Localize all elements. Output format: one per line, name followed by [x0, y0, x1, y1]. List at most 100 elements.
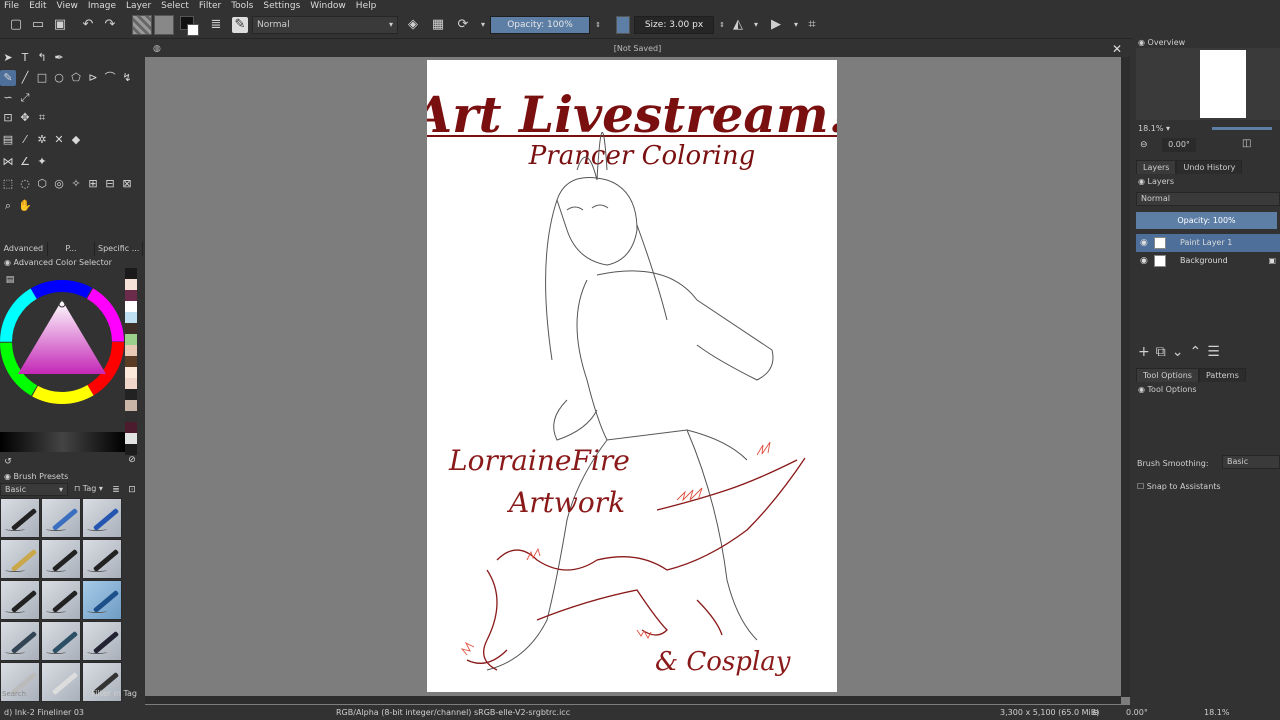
freehand-select-icon[interactable]: ◎ [51, 176, 67, 192]
add-layer-icon[interactable]: + [1138, 344, 1156, 360]
polyline-tool-icon[interactable]: ⊳ [85, 70, 101, 86]
canvas-mode-icon[interactable]: ⊖ [1092, 705, 1099, 720]
brush-search-input[interactable]: Search [0, 690, 80, 701]
pattern-swatch[interactable] [154, 15, 174, 35]
color-picker-icon[interactable]: ⁄ [17, 132, 33, 148]
opacity-slider[interactable]: Opacity: 100% [490, 16, 590, 34]
overview-panel[interactable] [1136, 48, 1280, 120]
rotate-icon[interactable]: ⊖ [1140, 140, 1148, 150]
brush-preset-tile[interactable] [82, 539, 122, 579]
brush-preset-tile[interactable] [82, 498, 122, 538]
palette-swatch[interactable] [125, 433, 137, 444]
layer-opacity-slider[interactable]: Opacity: 100% [1136, 212, 1277, 229]
move-up-icon[interactable]: ⌃ [1189, 344, 1207, 360]
menu-tools[interactable]: Tools [231, 1, 253, 11]
smart-patch-icon[interactable]: ✲ [34, 132, 50, 148]
brush-preset-tile[interactable] [0, 498, 40, 538]
fill-tool-icon[interactable]: ◆ [68, 132, 84, 148]
layer-blend-select[interactable]: Normal [1136, 192, 1280, 206]
measure-tool-icon[interactable]: ∠ [17, 154, 33, 170]
polygon-select-icon[interactable]: ⬡ [34, 176, 50, 192]
tab-advanced-color[interactable]: Advanced ... [0, 242, 48, 267]
eraser-icon[interactable]: ◈ [405, 17, 421, 33]
menu-select[interactable]: Select [161, 1, 189, 11]
new-document-icon[interactable]: ▢ [8, 17, 24, 33]
dynamic-brush-icon[interactable]: ∽ [0, 90, 16, 106]
ellipse-tool-icon[interactable]: ○ [51, 70, 67, 86]
transform-tool-icon[interactable]: ⊡ [0, 110, 16, 126]
zoom-slider[interactable] [1212, 127, 1272, 130]
menu-filter[interactable]: Filter [199, 1, 221, 11]
menu-image[interactable]: Image [88, 1, 116, 11]
bezier-tool-icon[interactable]: ⌒ [102, 70, 118, 86]
brush-preset-tile[interactable] [41, 580, 81, 620]
chevron-down-icon[interactable]: ▾ [748, 17, 764, 33]
rectangle-tool-icon[interactable]: □ [34, 70, 50, 86]
mirror-view-icon[interactable]: ◫ [1242, 138, 1251, 149]
brush-preset-tile[interactable] [82, 621, 122, 661]
tab-specific-color[interactable]: Specific ... [95, 242, 144, 256]
lock-icon[interactable]: ▣ [1268, 252, 1276, 270]
brush-preset-icon[interactable]: ✎ [232, 17, 248, 33]
layer-properties-icon[interactable]: ☰ [1207, 344, 1226, 360]
brush-preset-tile-selected[interactable] [82, 580, 122, 620]
clear-history-icon[interactable]: ⊘ [124, 452, 140, 468]
tab-patterns[interactable]: Patterns [1198, 368, 1246, 382]
size-slider[interactable]: Size: 3.00 px [634, 16, 714, 34]
menu-edit[interactable]: Edit [29, 1, 46, 11]
edit-shapes-icon[interactable]: ↰ [34, 50, 50, 66]
brush-preset-tile[interactable] [0, 621, 40, 661]
tab-undo-history[interactable]: Undo History [1176, 160, 1243, 174]
save-icon[interactable]: ▣ [52, 17, 68, 33]
zoom-readout[interactable]: 18.1% ▾ [1138, 124, 1170, 133]
reload-preset-icon[interactable]: ⟳ [455, 17, 471, 33]
snap-to-assistants-checkbox[interactable]: ☐ Snap to Assistants [1137, 482, 1221, 491]
multibrush-icon[interactable]: ⤢ [17, 90, 33, 106]
mirror-vertical-icon[interactable]: ▶ [768, 17, 784, 33]
move-down-icon[interactable]: ⌄ [1172, 344, 1190, 360]
magnetic-select-icon[interactable]: ⊠ [119, 176, 135, 192]
line-tool-icon[interactable]: ╱ [17, 70, 33, 86]
rotation-input[interactable]: 0.00° [1162, 138, 1196, 152]
gray-value-strip[interactable] [0, 432, 125, 452]
chevron-down-icon[interactable]: ▾ [788, 17, 804, 33]
assistant-tool-icon[interactable]: ⋈ [0, 154, 16, 170]
palette-swatch[interactable] [125, 312, 137, 323]
palette-swatch[interactable] [125, 323, 137, 334]
close-document-icon[interactable]: ✕ [1112, 41, 1122, 57]
palette-swatch[interactable] [125, 345, 137, 356]
palette-swatch[interactable] [125, 356, 137, 367]
chevron-down-icon[interactable]: ▾ [475, 17, 491, 33]
similar-select-icon[interactable]: ⊞ [85, 176, 101, 192]
freehand-path-icon[interactable]: ↯ [119, 70, 135, 86]
bezier-select-icon[interactable]: ⊟ [102, 176, 118, 192]
alpha-lock-icon[interactable]: ▦ [430, 17, 446, 33]
gradient-swatch[interactable] [132, 15, 152, 35]
eye-icon[interactable]: ◉ [1140, 234, 1148, 252]
palette-swatch[interactable] [125, 279, 137, 290]
redo-icon[interactable]: ↷ [102, 17, 118, 33]
palette-swatch[interactable] [125, 389, 137, 400]
gradient-tool-icon[interactable]: ▤ [0, 132, 16, 148]
palette-swatch[interactable] [125, 301, 137, 312]
saturation-triangle[interactable] [18, 300, 106, 374]
brush-smoothing-select[interactable]: Basic [1222, 455, 1280, 469]
undo-icon[interactable]: ↶ [80, 17, 96, 33]
duplicate-layer-icon[interactable]: ⧉ [1156, 344, 1172, 360]
rect-select-icon[interactable]: ⬚ [0, 176, 16, 192]
magic-wand-icon[interactable]: ✧ [68, 176, 84, 192]
menu-settings[interactable]: Settings [263, 1, 300, 11]
palette-swatch[interactable] [125, 367, 137, 378]
brush-preset-tile[interactable] [0, 539, 40, 579]
import-icon[interactable]: ⊡ [124, 482, 140, 498]
palette-swatch[interactable] [125, 422, 137, 433]
background-color-swatch[interactable] [187, 24, 199, 36]
spin-arrows-icon[interactable]: ⇕ [590, 17, 606, 33]
text-tool-icon[interactable]: T [17, 50, 33, 66]
spin-arrows-icon[interactable]: ⇕ [714, 17, 730, 33]
mirror-horizontal-icon[interactable]: ◭ [730, 17, 746, 33]
open-folder-icon[interactable]: ▭ [30, 17, 46, 33]
pan-tool-icon[interactable]: ✋ [17, 198, 33, 214]
palette-swatch[interactable] [125, 290, 137, 301]
move-tool-icon[interactable]: ✥ [17, 110, 33, 126]
